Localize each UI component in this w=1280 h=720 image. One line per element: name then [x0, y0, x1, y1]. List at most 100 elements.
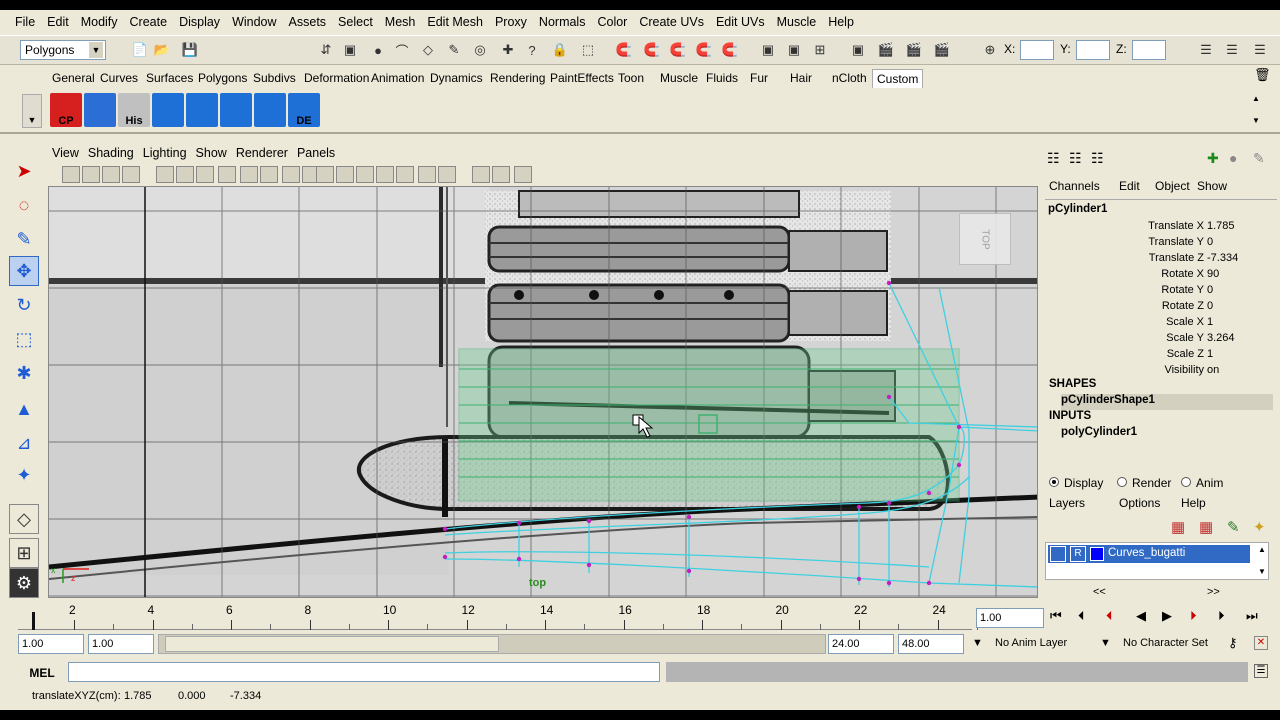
empty-layer-icon[interactable]: ✎ [1227, 518, 1240, 536]
field-chart-icon[interactable] [260, 166, 278, 183]
vertex-mask-icon[interactable]: ⌒ [392, 40, 412, 60]
ipr-render-icon[interactable]: 🎬 [904, 40, 924, 60]
step-back-frame-icon[interactable]: ⏴ [1106, 608, 1113, 624]
rotate-tool-icon[interactable]: ↻ [9, 290, 39, 320]
menu-muscle[interactable]: Muscle [772, 15, 824, 29]
shape-name[interactable]: pCylinderShape1 [1061, 394, 1273, 410]
radio-icon[interactable] [1049, 477, 1059, 487]
y-field[interactable] [1076, 40, 1110, 60]
uv-icon[interactable] [186, 93, 218, 127]
channel-value[interactable]: 90 [1207, 268, 1219, 280]
layer-star-icon[interactable]: ✦ [1253, 518, 1266, 536]
snap-curve-icon[interactable]: 🧲 [642, 40, 662, 60]
character-set-dropdown[interactable]: No Character Set [1120, 634, 1224, 654]
transform-field-icon[interactable]: ⊕ [980, 40, 1000, 60]
xray-icon[interactable] [438, 166, 456, 183]
radio-icon[interactable] [1117, 477, 1127, 487]
shelf-tab-custom[interactable]: Custom [872, 69, 924, 88]
channel-box-layout-icon[interactable]: ☷ [1047, 150, 1060, 167]
end-time-field[interactable]: 48.00 [898, 634, 964, 654]
channel-value[interactable]: 0 [1207, 300, 1213, 312]
last-tool-icon[interactable]: ✦ [9, 460, 39, 490]
menu-proxy[interactable]: Proxy [490, 15, 534, 29]
shelf-tab-muscle[interactable]: Muscle [656, 69, 702, 88]
channel-menu-show[interactable]: Show [1197, 179, 1227, 193]
bookmarks-icon[interactable] [102, 166, 120, 183]
output-ops-icon[interactable]: ▣ [784, 40, 804, 60]
channel-menu-object[interactable]: Object [1155, 179, 1190, 193]
snap-grid-icon[interactable]: 🧲 [614, 40, 634, 60]
channel-translate-y[interactable]: Translate Y0 [1051, 236, 1276, 252]
panel-menu-renderer[interactable]: Renderer [236, 146, 288, 160]
menu-normals[interactable]: Normals [534, 15, 593, 29]
script-editor-icon[interactable]: ☰ [1254, 664, 1268, 678]
shelf-tab-hair[interactable]: Hair [786, 69, 816, 88]
cp-icon[interactable]: CP [50, 93, 82, 127]
construction-history-icon[interactable]: ⊞ [810, 40, 830, 60]
textured-icon[interactable] [376, 166, 394, 183]
move-tool-icon[interactable]: ✥ [9, 256, 39, 286]
shelf-menu-icon[interactable]: ▼ [22, 94, 42, 128]
layer-visibility-toggle[interactable] [1050, 546, 1066, 562]
menu-assets[interactable]: Assets [284, 15, 334, 29]
channel-menu-channels[interactable]: Channels [1049, 179, 1100, 193]
safe-action-icon[interactable] [282, 166, 300, 183]
step-forward-key-icon[interactable]: ⏵ [1218, 608, 1225, 624]
select-tool-icon[interactable]: ➤ [9, 156, 39, 186]
shelf-tab-painteffects[interactable]: PaintEffects [546, 69, 618, 88]
trash-icon[interactable]: 🗑 [1254, 67, 1271, 83]
shelf-tab-general[interactable]: General [48, 69, 99, 88]
shelf-tab-surfaces[interactable]: Surfaces [142, 69, 197, 88]
channel-translate-z[interactable]: Translate Z -7.334 [1051, 252, 1276, 268]
channel-value[interactable]: 1.785 [1207, 220, 1235, 232]
select-component-icon[interactable]: ● [368, 40, 388, 60]
select-hierarchy-icon[interactable]: ⇵ [316, 40, 336, 60]
menu-file[interactable]: File [10, 15, 42, 29]
default-material-icon[interactable] [356, 166, 374, 183]
layer-row[interactable]: R Curves_bugatti [1048, 545, 1250, 563]
channel-value[interactable]: on [1207, 364, 1219, 376]
snap-point-icon[interactable]: 🧲 [668, 40, 688, 60]
camera-attributes-icon[interactable] [82, 166, 100, 183]
outliner-layout-icon[interactable]: ⚙ [9, 568, 39, 598]
gate-mask-icon[interactable] [240, 166, 258, 183]
layer-scroll-up-icon[interactable]: ▲ [1258, 545, 1266, 554]
high-quality-icon[interactable] [514, 166, 532, 183]
manipulator-icon[interactable]: ✚ [1207, 150, 1219, 167]
layer-menu-options[interactable]: Options [1119, 496, 1160, 510]
lock-selection-icon[interactable]: 🔒 [550, 40, 570, 60]
image-plane-icon[interactable] [122, 166, 140, 183]
shelf-tab-curves[interactable]: Curves [96, 69, 142, 88]
snap-live-icon[interactable]: 🧲 [720, 40, 740, 60]
save-scene-icon[interactable]: 💾 [180, 40, 200, 60]
edge-mask-icon[interactable]: ◇ [418, 40, 438, 60]
scroll-left-button[interactable]: << [1093, 586, 1106, 598]
range-slider-handle[interactable] [165, 636, 499, 652]
layer-color-swatch[interactable] [1090, 547, 1104, 561]
layer-menu-help[interactable]: Help [1181, 496, 1206, 510]
channel-value[interactable]: 3.264 [1207, 332, 1235, 344]
menu-create[interactable]: Create [125, 15, 175, 29]
playback-start-field[interactable]: 1.00 [88, 634, 154, 654]
single-perspective-layout-icon[interactable]: ◇ [9, 504, 39, 534]
key-icon[interactable]: ⚷ [1228, 635, 1238, 651]
range-slider-track[interactable] [158, 634, 826, 654]
shelf-tab-fur[interactable]: Fur [746, 69, 772, 88]
shelf-tab-ncloth[interactable]: nCloth [828, 69, 871, 88]
highlight-selection-icon[interactable]: ⬚ [578, 40, 598, 60]
grid-toggle-icon[interactable] [176, 166, 194, 183]
go-to-start-icon[interactable]: ⏮ [1050, 608, 1062, 624]
select-camera-icon[interactable] [62, 166, 80, 183]
layer-mode-anim[interactable]: Anim [1181, 476, 1223, 490]
layer-reference-toggle[interactable]: R [1070, 546, 1086, 562]
menu-modify[interactable]: Modify [76, 15, 125, 29]
object-name[interactable]: pCylinder1 [1048, 203, 1107, 215]
channel-box-layer-icon[interactable]: ☷ [1069, 150, 1082, 167]
channel-rotate-x[interactable]: Rotate X 90 [1051, 268, 1276, 284]
anim-layer-dropdown[interactable]: No Anim Layer [992, 634, 1088, 654]
layer-name[interactable]: Curves_bugatti [1108, 547, 1185, 559]
new-layer-selected-icon[interactable]: ▦ [1199, 518, 1213, 536]
channel-value[interactable]: -7.334 [1207, 252, 1238, 264]
viewport-canvas[interactable]: z x [49, 187, 1038, 598]
menu-help[interactable]: Help [823, 15, 861, 29]
